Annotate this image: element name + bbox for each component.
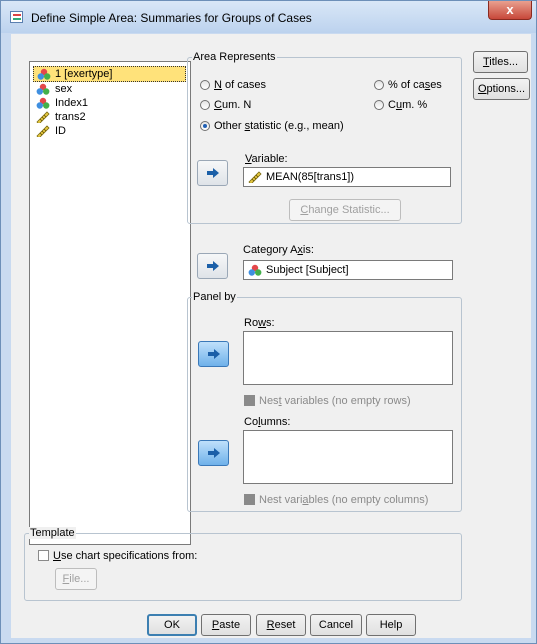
paste-button[interactable]: Paste	[201, 614, 251, 636]
radio-indicator	[374, 100, 384, 110]
use-chart-spec-checkbox[interactable]: Use chart specifications from:	[38, 550, 197, 562]
nest-columns-checkbox[interactable]: Nest variables (no empty columns)	[244, 494, 428, 506]
checkbox-box	[38, 550, 49, 561]
columns-label: Columns:	[244, 416, 291, 428]
template-group: Template	[24, 527, 462, 601]
variable-list[interactable]: 1 [exertype] sex Index1 trans2 ID	[29, 61, 191, 545]
radio-indicator	[200, 80, 210, 90]
help-button[interactable]: Help	[366, 614, 416, 636]
variable-item[interactable]: trans2	[33, 110, 190, 125]
nominal-icon	[36, 97, 50, 109]
columns-list[interactable]	[243, 430, 453, 484]
move-columns-button[interactable]	[198, 440, 229, 466]
scale-icon	[36, 125, 50, 139]
variable-item[interactable]: 1 [exertype]	[33, 66, 186, 82]
panel-by-legend: Panel by	[192, 291, 237, 303]
right-arrow-icon	[207, 261, 219, 271]
ok-button[interactable]: OK	[147, 614, 197, 636]
dialog-body: 1 [exertype] sex Index1 trans2 ID Titles... …	[11, 34, 531, 638]
category-axis-field[interactable]: Subject [Subject]	[243, 260, 453, 280]
move-category-button[interactable]	[197, 253, 228, 279]
scale-icon	[36, 111, 50, 125]
reset-button[interactable]: Reset	[256, 614, 306, 636]
radio-indicator	[200, 121, 210, 131]
window-title: Define Simple Area: Summaries for Groups…	[31, 11, 312, 25]
checkbox-box	[244, 395, 255, 406]
radio-cum-percent[interactable]: Cum. %	[374, 99, 427, 111]
variable-item-label: 1 [exertype]	[55, 68, 113, 80]
scale-icon	[248, 171, 262, 183]
nominal-icon	[248, 264, 262, 276]
move-variable-button[interactable]	[197, 160, 228, 186]
radio-indicator	[200, 100, 210, 110]
variable-item-label: Index1	[55, 97, 89, 109]
move-rows-button[interactable]	[198, 341, 229, 367]
template-legend: Template	[29, 527, 76, 539]
cancel-button[interactable]: Cancel	[310, 614, 362, 636]
right-arrow-icon	[208, 448, 220, 458]
variable-item-label: ID	[55, 125, 66, 137]
variable-label: Variable:	[245, 153, 288, 165]
variable-item[interactable]: Index1	[33, 96, 190, 110]
dialog-window: Define Simple Area: Summaries for Groups…	[0, 0, 537, 644]
radio-indicator	[374, 80, 384, 90]
radio-cum-n[interactable]: Cum. N	[200, 99, 251, 111]
radio-n-of-cases[interactable]: N of cases	[200, 79, 266, 91]
nominal-icon	[37, 68, 51, 80]
category-axis-label: Category Axis:	[243, 244, 314, 256]
titles-button[interactable]: Titles...	[473, 51, 528, 73]
area-represents-legend: Area Represents	[192, 51, 277, 63]
rows-list[interactable]	[243, 331, 453, 385]
radio-other-statistic[interactable]: Other statistic (e.g., mean)	[200, 120, 344, 132]
file-button[interactable]: File...	[55, 568, 97, 590]
chart-app-icon	[10, 11, 23, 23]
variable-item-label: sex	[55, 83, 73, 95]
nest-rows-checkbox[interactable]: Nest variables (no empty rows)	[244, 395, 411, 407]
close-button[interactable]: x	[488, 1, 532, 20]
options-button[interactable]: Options...	[473, 78, 530, 100]
rows-label: Rows:	[244, 317, 275, 329]
variable-item-label: trans2	[55, 111, 86, 123]
variable-item[interactable]: sex	[33, 82, 190, 96]
close-icon: x	[506, 2, 514, 17]
nominal-icon	[36, 83, 50, 95]
variable-field[interactable]: MEAN(85[trans1])	[243, 167, 451, 187]
checkbox-box	[244, 494, 255, 505]
title-bar[interactable]: Define Simple Area: Summaries for Groups…	[1, 1, 536, 33]
radio-percent-of-cases[interactable]: % of cases	[374, 79, 442, 91]
right-arrow-icon	[207, 168, 219, 178]
variable-item[interactable]: ID	[33, 124, 190, 139]
right-arrow-icon	[208, 349, 220, 359]
change-statistic-button[interactable]: Change Statistic...	[289, 199, 401, 221]
